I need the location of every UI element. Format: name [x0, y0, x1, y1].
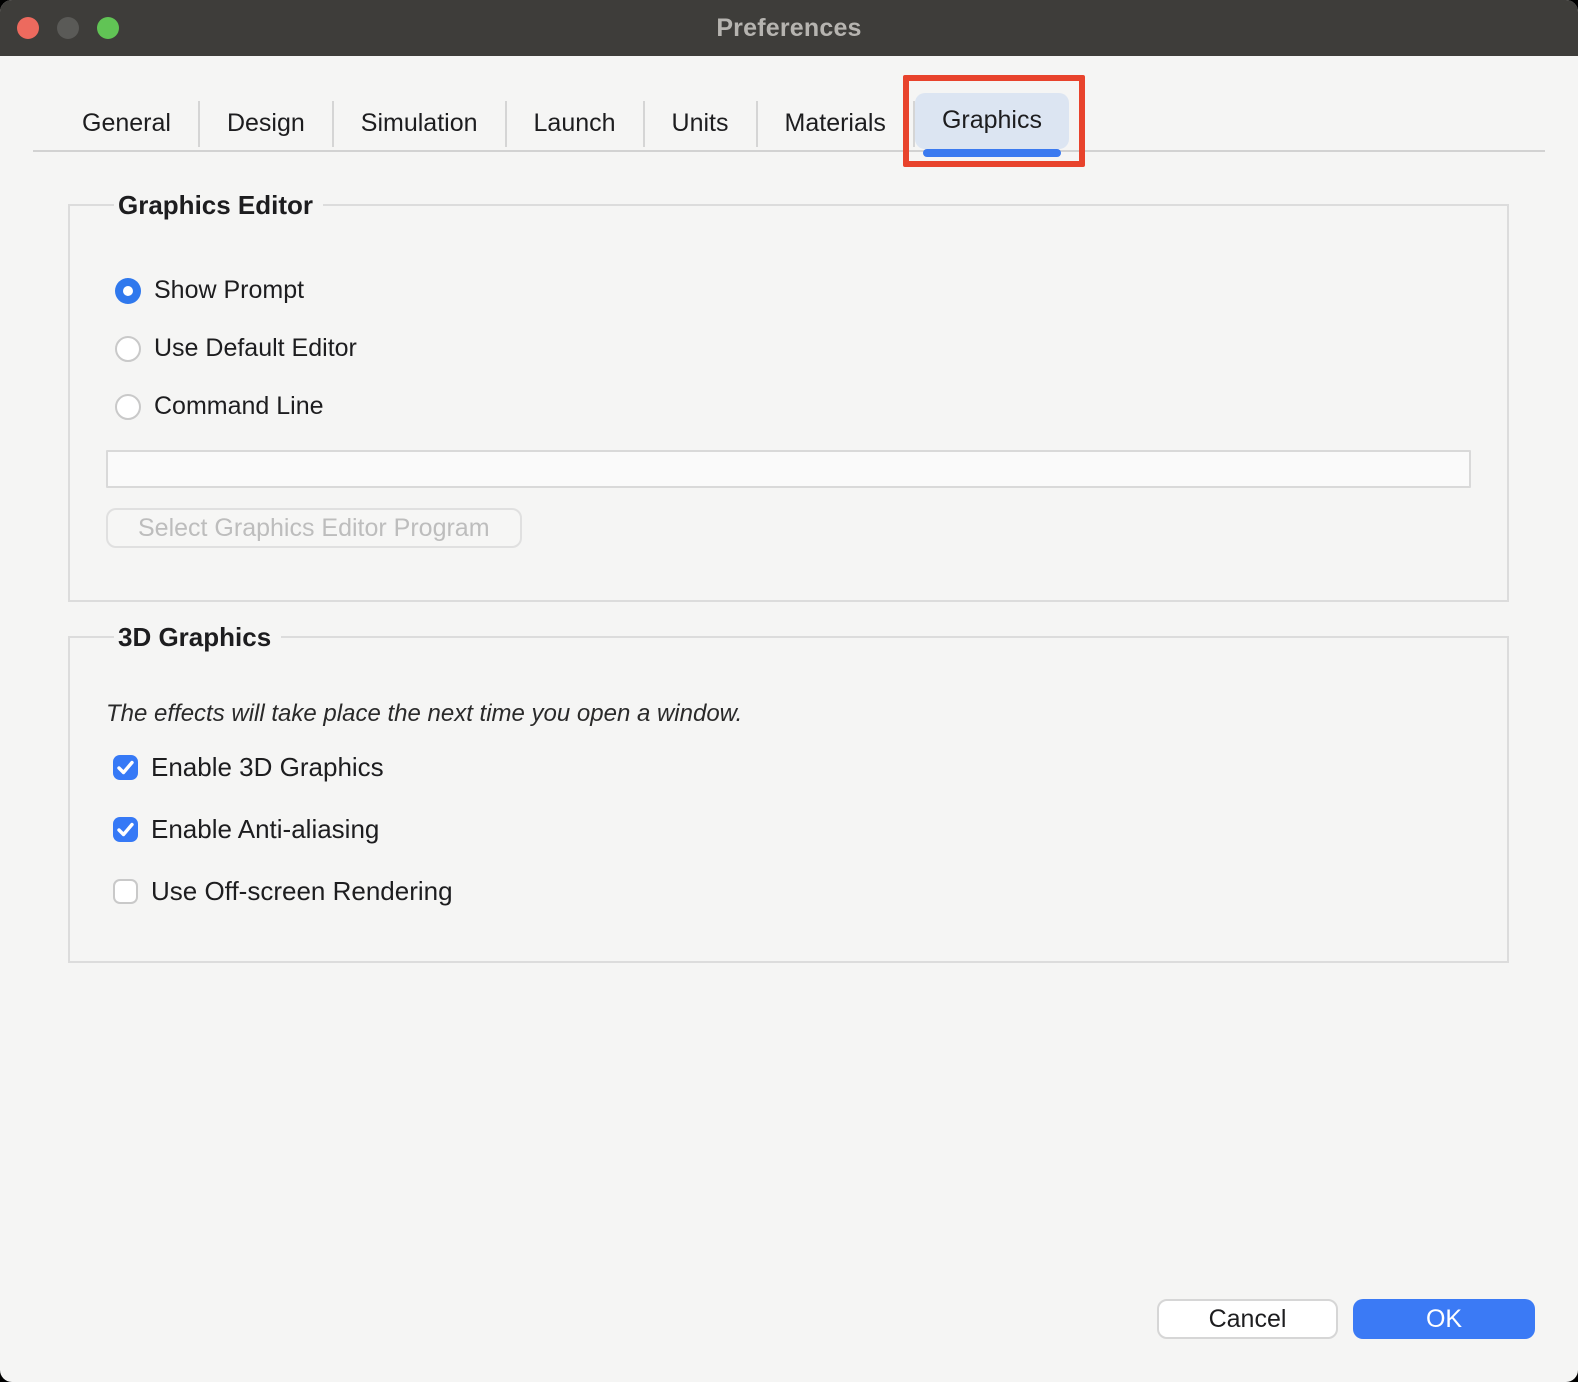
close-button[interactable] — [17, 17, 39, 39]
tab-general[interactable]: General — [55, 99, 198, 149]
checkbox-row-enable-anti-aliasing[interactable]: Enable Anti-aliasing — [113, 814, 1471, 845]
preferences-window: Preferences General Design Simulation La… — [0, 0, 1578, 1382]
tab-graphics[interactable]: Graphics — [915, 93, 1069, 149]
footer: Cancel OK — [1157, 1299, 1535, 1339]
tab-graphics-label: Graphics — [942, 106, 1042, 135]
radio-row-show-prompt[interactable]: Show Prompt — [115, 276, 1471, 305]
effects-note: The effects will take place the next tim… — [106, 700, 1471, 728]
checkbox-enable-3d-graphics-label[interactable]: Enable 3D Graphics — [151, 752, 384, 783]
tab-simulation[interactable]: Simulation — [334, 99, 505, 149]
titlebar: Preferences — [0, 0, 1578, 56]
checkbox-row-use-off-screen-rendering[interactable]: Use Off-screen Rendering — [113, 876, 1471, 907]
tab-bar: General Design Simulation Launch Units M… — [33, 95, 1545, 152]
checkbox-use-off-screen-rendering-label[interactable]: Use Off-screen Rendering — [151, 876, 453, 907]
radio-row-use-default-editor[interactable]: Use Default Editor — [115, 334, 1471, 363]
select-graphics-editor-button[interactable]: Select Graphics Editor Program — [106, 508, 522, 548]
graphics-editor-legend: Graphics Editor — [114, 190, 323, 220]
graphics-editor-group: Graphics Editor Show Prompt Use Default … — [68, 190, 1509, 602]
checkbox-enable-3d-graphics[interactable] — [113, 755, 138, 780]
radio-show-prompt-label[interactable]: Show Prompt — [154, 276, 304, 305]
tab-design[interactable]: Design — [200, 99, 332, 149]
tab-materials[interactable]: Materials — [758, 99, 913, 149]
checkbox-row-enable-3d-graphics[interactable]: Enable 3D Graphics — [113, 752, 1471, 783]
checkbox-use-off-screen-rendering[interactable] — [113, 879, 138, 904]
three-d-graphics-group: 3D Graphics The effects will take place … — [68, 622, 1509, 963]
cancel-button[interactable]: Cancel — [1157, 1299, 1338, 1339]
zoom-button[interactable] — [97, 17, 119, 39]
checkbox-enable-anti-aliasing[interactable] — [113, 817, 138, 842]
checkbox-enable-anti-aliasing-label[interactable]: Enable Anti-aliasing — [151, 814, 379, 845]
window-title: Preferences — [716, 14, 861, 43]
tab-launch[interactable]: Launch — [507, 99, 643, 149]
radio-command-line[interactable] — [115, 394, 141, 420]
checkmark-icon — [113, 755, 138, 780]
active-tab-underline — [923, 149, 1061, 157]
radio-command-line-label[interactable]: Command Line — [154, 392, 324, 421]
radio-row-command-line[interactable]: Command Line — [115, 392, 1471, 421]
tab-units[interactable]: Units — [645, 99, 756, 149]
minimize-button[interactable] — [57, 17, 79, 39]
ok-button[interactable]: OK — [1353, 1299, 1535, 1339]
radio-show-prompt[interactable] — [115, 278, 141, 304]
checkmark-icon — [113, 817, 138, 842]
three-d-graphics-legend: 3D Graphics — [114, 622, 281, 652]
radio-use-default-editor[interactable] — [115, 336, 141, 362]
command-line-input[interactable] — [106, 450, 1471, 488]
radio-use-default-editor-label[interactable]: Use Default Editor — [154, 334, 357, 363]
traffic-lights — [17, 0, 119, 56]
